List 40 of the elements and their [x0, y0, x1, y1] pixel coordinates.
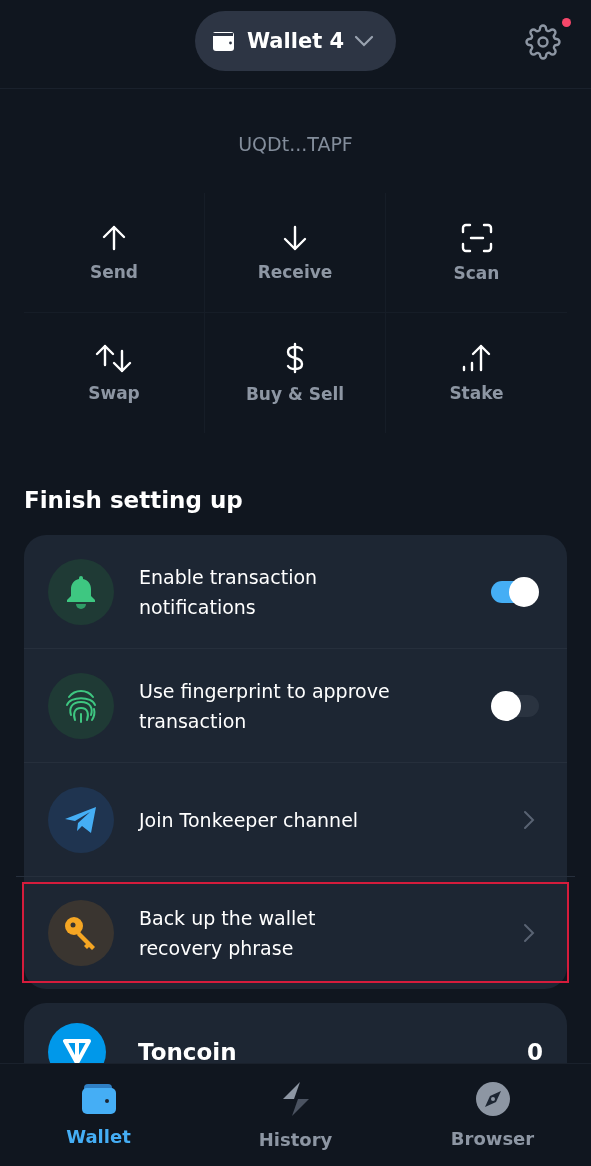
- action-button[interactable]: Send: [24, 193, 205, 313]
- setup-label: Join Tonkeeper channel: [139, 807, 360, 833]
- scan-icon: [460, 222, 493, 253]
- settings-button[interactable]: [523, 22, 563, 62]
- action-button[interactable]: Swap: [24, 313, 205, 433]
- toggle-switch[interactable]: [491, 576, 539, 607]
- wallet-icon: [81, 1083, 116, 1114]
- chevron-right-icon: [523, 809, 535, 830]
- arrow-down-icon: [281, 223, 309, 252]
- setup-label: Back up the wallet recovery phrase: [139, 906, 317, 961]
- setup-label: Enable transaction notifications: [139, 564, 319, 620]
- compass-icon: [475, 1081, 510, 1116]
- setup-row[interactable]: Use fingerprint to approve transaction: [24, 648, 567, 762]
- token-name: Toncoin: [138, 1039, 238, 1063]
- setup-row[interactable]: Back up the wallet recovery phrase: [16, 876, 575, 989]
- tab[interactable]: Browser: [394, 1064, 591, 1166]
- tab[interactable]: Wallet: [0, 1064, 197, 1166]
- chevron-right-icon: [523, 923, 535, 943]
- setup-label: Use fingerprint to approve transaction: [139, 678, 391, 734]
- swap-arrows-icon: [95, 343, 133, 373]
- bell-icon: [64, 573, 98, 610]
- dollar-icon: [284, 342, 306, 374]
- paper-plane-icon: [63, 804, 99, 835]
- action-button[interactable]: Stake: [386, 313, 567, 433]
- tab[interactable]: History: [197, 1064, 394, 1166]
- action-button[interactable]: Buy & Sell: [205, 313, 386, 433]
- toggle-switch[interactable]: [491, 690, 539, 721]
- wallet-icon: [210, 30, 237, 52]
- wallet-selector[interactable]: Wallet 4: [194, 11, 397, 71]
- stake-arrow-icon: [460, 343, 493, 373]
- wallet-address[interactable]: UQDt...TAPF: [238, 133, 353, 155]
- setup-row[interactable]: Enable transaction notifications: [24, 535, 567, 648]
- action-button[interactable]: Receive: [205, 193, 386, 313]
- token-amount: 0: [527, 1039, 543, 1063]
- action-button[interactable]: Scan: [386, 193, 567, 313]
- token-row[interactable]: Toncoin 0: [24, 1003, 567, 1063]
- section-title: Finish setting up: [24, 486, 244, 515]
- setup-row[interactable]: Join Tonkeeper channel: [24, 762, 567, 876]
- chevron-down-icon: [354, 35, 375, 47]
- arrow-up-icon: [100, 223, 128, 252]
